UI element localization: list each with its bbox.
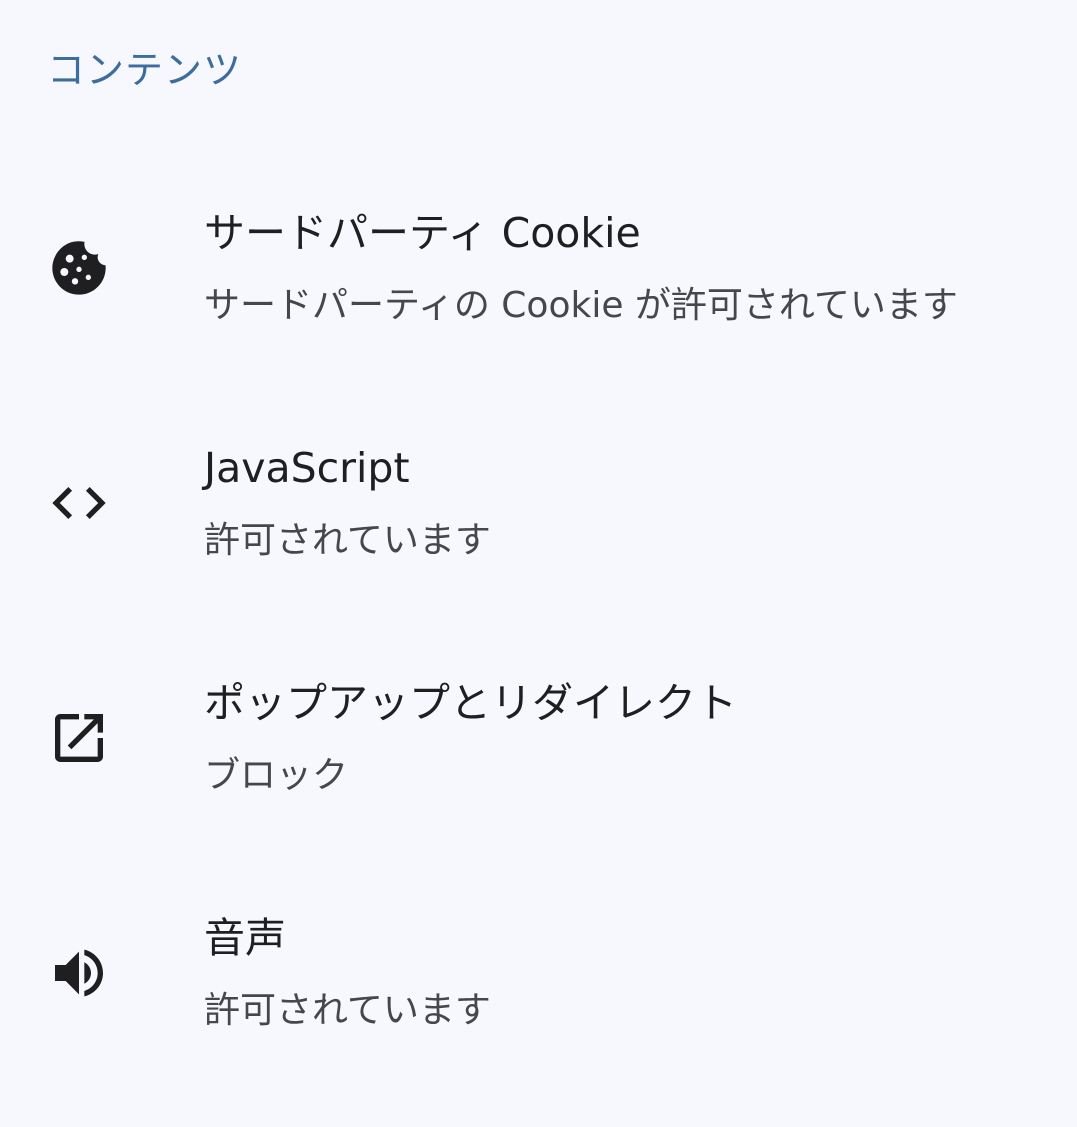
settings-item-popups-redirects[interactable]: ポップアップとリダイレクト ブロック: [0, 620, 1077, 855]
item-subtitle: ブロック: [204, 755, 349, 796]
item-title: 音声: [204, 914, 286, 962]
item-subtitle: サードパーティの Cookie が許可されています: [204, 285, 958, 326]
item-title: サードパーティ Cookie: [204, 209, 641, 257]
item-subtitle: 許可されています: [204, 520, 491, 561]
settings-item-third-party-cookies[interactable]: サードパーティ Cookie サードパーティの Cookie が許可されています: [0, 150, 1077, 385]
code-icon: [47, 471, 111, 535]
volume-up-icon: [47, 941, 111, 1005]
item-subtitle: 許可されています: [204, 990, 491, 1031]
settings-item-javascript[interactable]: JavaScript 許可されています: [0, 385, 1077, 620]
item-title: ポップアップとリダイレクト: [204, 679, 737, 727]
content-settings-list: サードパーティ Cookie サードパーティの Cookie が許可されています…: [0, 150, 1077, 1090]
section-title: コンテンツ: [47, 48, 243, 92]
settings-item-sound[interactable]: 音声 許可されています: [0, 855, 1077, 1090]
item-title: JavaScript: [204, 444, 410, 492]
open-in-new-icon: [47, 706, 111, 770]
cookie-icon: [47, 236, 111, 300]
